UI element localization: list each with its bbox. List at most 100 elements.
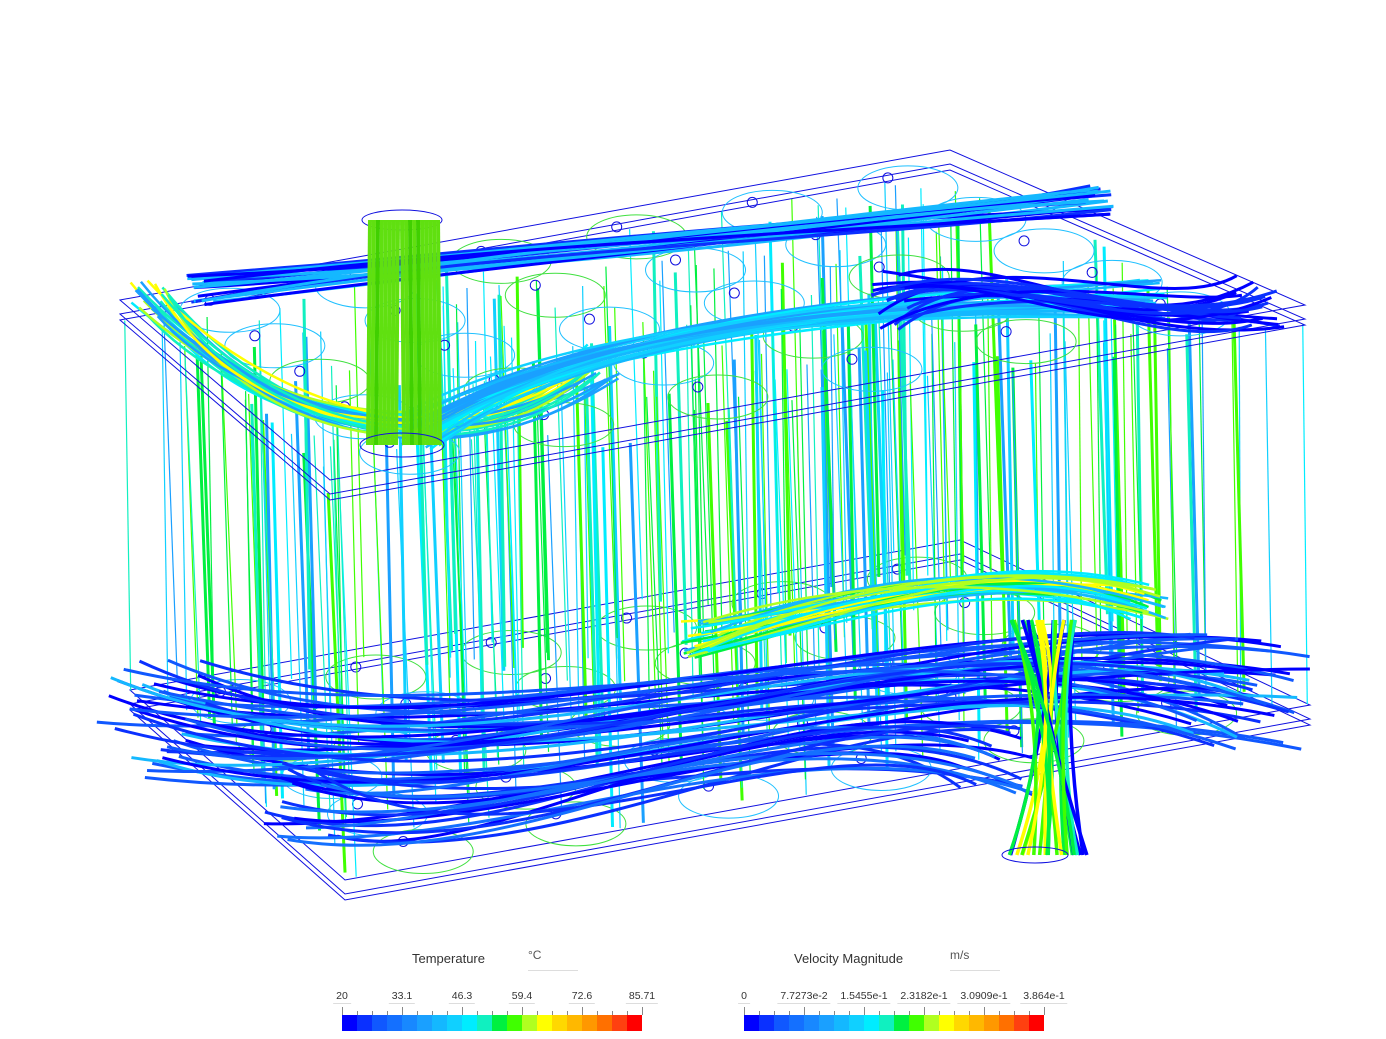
color-bin (582, 1015, 597, 1031)
legend-tick-label: 46.3 (448, 990, 476, 1004)
legend-title: Temperature (412, 951, 485, 966)
color-bin (864, 1015, 879, 1031)
color-bin (759, 1015, 774, 1031)
legend-tick-mark (804, 1007, 805, 1015)
color-bin (819, 1015, 834, 1031)
color-bin (477, 1015, 492, 1031)
inlet-streamline (382, 219, 388, 446)
inlet-streamline (424, 219, 430, 446)
legend-tick-label: 1.5455e-1 (837, 990, 891, 1004)
legend-tick-label: 72.6 (568, 990, 596, 1004)
streamline-vertical (396, 448, 415, 828)
color-bin (984, 1015, 999, 1031)
color-bin (432, 1015, 447, 1031)
cell-hole (249, 330, 261, 342)
velocity-legend: Velocity Magnitude m/s 0 7.7273e-2 1.5455e… (738, 945, 1068, 1035)
cell-hole (959, 597, 971, 609)
inlet-streamline (412, 219, 418, 446)
streamline-vertical (482, 271, 493, 643)
simulation-viewport[interactable] (0, 0, 1386, 930)
legend-tick-label: 3.0909e-1 (957, 990, 1011, 1004)
streamline-vertical (124, 320, 132, 691)
legend-tick-mark (984, 1007, 985, 1015)
legend-tick-label: 0 (738, 990, 750, 1004)
cell-hole (583, 313, 595, 325)
color-bin (552, 1015, 567, 1031)
inlet-streamline (408, 219, 414, 446)
cell-hole (352, 798, 364, 810)
legend-tick-mark (402, 1007, 403, 1015)
inlet-streamline (420, 219, 426, 446)
legend-tick-mark (342, 1007, 343, 1015)
color-bin (507, 1015, 522, 1031)
color-bin (417, 1015, 432, 1031)
inlet-streamline (370, 219, 376, 446)
inlet-streamline (386, 219, 392, 446)
color-bin (342, 1015, 357, 1031)
inlet-streamline (374, 219, 380, 446)
inlet-streamline (366, 219, 372, 446)
color-bin (924, 1015, 939, 1031)
streamline-vertical (161, 330, 169, 702)
cell-hole (692, 381, 704, 393)
color-bin (537, 1015, 552, 1031)
color-bin (804, 1015, 819, 1031)
color-bin (372, 1015, 387, 1031)
streamline-vertical (547, 435, 563, 814)
cell-hole (1018, 235, 1030, 247)
color-bin (597, 1015, 612, 1031)
color-bin (1014, 1015, 1029, 1031)
color-bin (1029, 1015, 1044, 1031)
legend-tick-mark (462, 1007, 463, 1015)
cell-hole (529, 279, 541, 291)
inlet-streamline (416, 219, 422, 446)
streamline-vertical (628, 442, 645, 823)
color-bin (492, 1015, 507, 1031)
color-bin (879, 1015, 894, 1031)
color-bin (894, 1015, 909, 1031)
inlet-streamline (378, 219, 384, 446)
legend-tick-label: 2.3182e-1 (897, 990, 951, 1004)
cell-outline (821, 346, 923, 392)
legend-unit[interactable]: °C (528, 948, 578, 971)
legend-title: Velocity Magnitude (794, 951, 904, 966)
legend-tick-mark (744, 1007, 745, 1015)
legend-ticks: 20 33.1 46.3 59.4 72.6 85.71 (333, 990, 659, 1004)
streamline-vertical (987, 292, 993, 669)
legend-ticks: 0 7.7273e-2 1.5455e-1 2.3182e-1 3.0909e-1 3.8… (738, 990, 1068, 1004)
legend-unit[interactable]: m/s (950, 948, 1000, 971)
legend-tick-mark (864, 1007, 865, 1015)
color-bin (402, 1015, 417, 1031)
cell-hole (728, 287, 740, 299)
inlet-streamline (394, 219, 400, 446)
streamline-vertical (771, 319, 783, 695)
color-bin (849, 1015, 864, 1031)
legend-tick-mark (522, 1007, 523, 1015)
legend-tick-mark (582, 1007, 583, 1015)
legend-tick-mark (924, 1007, 925, 1015)
color-bin (909, 1015, 924, 1031)
streamline-vertical (179, 338, 188, 711)
inlet-streamline (400, 219, 406, 446)
cell-hole (670, 254, 682, 266)
streamline-vertical (559, 357, 573, 734)
color-bin (612, 1015, 627, 1031)
legend-tick-label: 7.7273e-2 (777, 990, 831, 1004)
legend-tick-label: 3.864e-1 (1020, 990, 1068, 1004)
legend-tick-mark (1044, 1007, 1045, 1015)
color-bin (627, 1015, 642, 1031)
inlet-streamline (432, 219, 438, 446)
temperature-legend: Temperature °C 20 33.1 46.3 59.4 72.6 85.71 (333, 945, 662, 1035)
color-bin (357, 1015, 372, 1031)
color-bin (522, 1015, 537, 1031)
color-bin (834, 1015, 849, 1031)
inlet-streamline (390, 219, 396, 446)
inlet-streamline (428, 219, 434, 446)
color-bin (774, 1015, 789, 1031)
color-bin (567, 1015, 582, 1031)
color-bin (939, 1015, 954, 1031)
legend-tick-label: 85.71 (625, 990, 659, 1004)
color-bin (387, 1015, 402, 1031)
color-bin (447, 1015, 462, 1031)
streamlines (96, 184, 1310, 847)
